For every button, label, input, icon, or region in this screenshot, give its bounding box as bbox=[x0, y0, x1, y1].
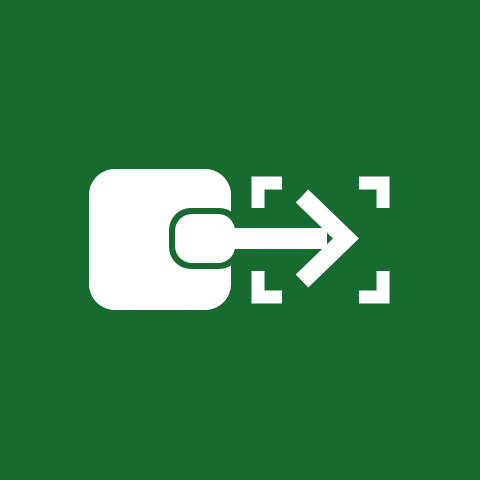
move-to-frame-icon bbox=[0, 0, 480, 480]
app-icon-tile bbox=[0, 0, 480, 480]
arrow-shaft bbox=[189, 228, 327, 249]
